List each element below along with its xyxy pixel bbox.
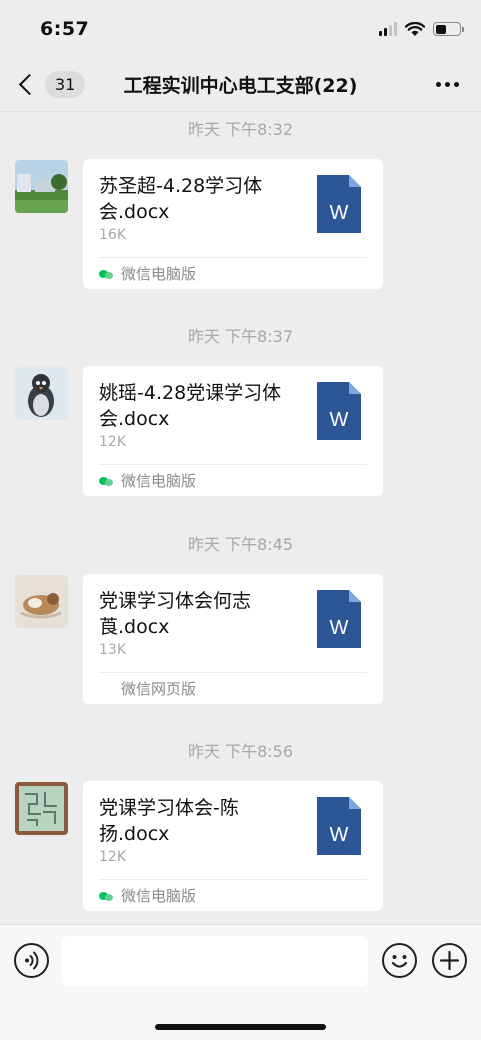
- status-icons: [379, 21, 464, 37]
- wechat-pc-icon: [99, 890, 113, 902]
- more-dot: [454, 82, 459, 87]
- card-divider: [99, 464, 367, 465]
- file-name: 苏圣超-4.28学习体会.docx: [99, 175, 263, 223]
- status-time: 6:57: [40, 18, 90, 40]
- file-message-card[interactable]: 苏圣超-4.28学习体会.docx 16K W 微信电脑版: [83, 159, 383, 289]
- signal-icon: [379, 22, 397, 36]
- message-timestamp: 昨天 下午8:45: [187, 535, 294, 554]
- word-document-icon: W: [317, 382, 361, 440]
- wechat-pc-icon: [99, 268, 113, 280]
- card-divider: [99, 257, 367, 258]
- avatar[interactable]: [15, 160, 68, 213]
- more-options-button[interactable]: [436, 82, 459, 87]
- source-label: 微信网页版: [121, 680, 197, 698]
- wifi-icon: [405, 21, 425, 36]
- file-size: 16K: [99, 227, 126, 243]
- input-bar: [0, 924, 481, 1040]
- file-message-card[interactable]: 党课学习体会-陈扬.docx 12K W 微信电脑版: [83, 781, 383, 911]
- message-timestamp: 昨天 下午8:32: [187, 120, 294, 139]
- source-label: 微信电脑版: [121, 887, 197, 905]
- source-row: 微信电脑版: [99, 470, 196, 491]
- svg-text:W: W: [330, 617, 349, 639]
- status-bar: 6:57: [0, 0, 481, 58]
- add-more-button[interactable]: [432, 943, 467, 978]
- card-divider: [99, 879, 367, 880]
- back-button[interactable]: 31: [0, 71, 86, 98]
- file-name: 党课学习体会-陈扬.docx: [99, 797, 239, 845]
- card-divider: [99, 672, 367, 673]
- source-label: 微信电脑版: [121, 472, 197, 490]
- plus-icon: [439, 950, 460, 971]
- word-document-icon: W: [317, 797, 361, 855]
- word-document-icon: W: [317, 175, 361, 233]
- more-dot: [445, 82, 450, 87]
- emoji-button[interactable]: [382, 943, 417, 978]
- chevron-left-icon: [18, 73, 41, 96]
- battery-icon: [433, 22, 464, 36]
- svg-text:W: W: [330, 824, 349, 846]
- file-size: 12K: [99, 849, 126, 865]
- message-input[interactable]: [62, 936, 368, 986]
- message-timestamp: 昨天 下午8:56: [187, 742, 294, 761]
- svg-text:W: W: [330, 409, 349, 431]
- message-timestamp: 昨天 下午8:37: [187, 327, 294, 346]
- file-size: 13K: [99, 642, 126, 658]
- file-name: 姚瑶-4.28党课学习体会.docx: [99, 382, 282, 430]
- wechat-pc-icon: [99, 475, 113, 487]
- avatar[interactable]: [15, 575, 68, 628]
- file-name: 党课学习体会何志莨.docx: [99, 590, 252, 638]
- more-dot: [436, 82, 441, 87]
- file-message-card[interactable]: 姚瑶-4.28党课学习体会.docx 12K W 微信电脑版: [83, 366, 383, 496]
- chat-message-list[interactable]: 昨天 下午8:32 苏圣超-4.28学习体会.docx 16K W 微信电脑版 …: [0, 112, 481, 924]
- file-message-card[interactable]: 党课学习体会何志莨.docx 13K W 微信网页版: [83, 574, 383, 704]
- file-size: 12K: [99, 434, 126, 450]
- voice-input-button[interactable]: [14, 943, 49, 978]
- voice-icon: [25, 951, 39, 970]
- unread-badge: 31: [45, 71, 86, 98]
- home-indicator[interactable]: [155, 1024, 326, 1030]
- nav-bar: 31 工程实训中心电工支部(22): [0, 58, 481, 112]
- word-document-icon: W: [317, 590, 361, 648]
- avatar[interactable]: [15, 782, 68, 835]
- emoji-icon: [391, 955, 408, 968]
- source-row: 微信电脑版: [99, 885, 196, 906]
- avatar[interactable]: [15, 367, 68, 420]
- source-row: 微信电脑版: [99, 263, 196, 284]
- source-row: 微信网页版: [121, 678, 196, 699]
- svg-text:W: W: [330, 202, 349, 224]
- source-label: 微信电脑版: [121, 265, 197, 283]
